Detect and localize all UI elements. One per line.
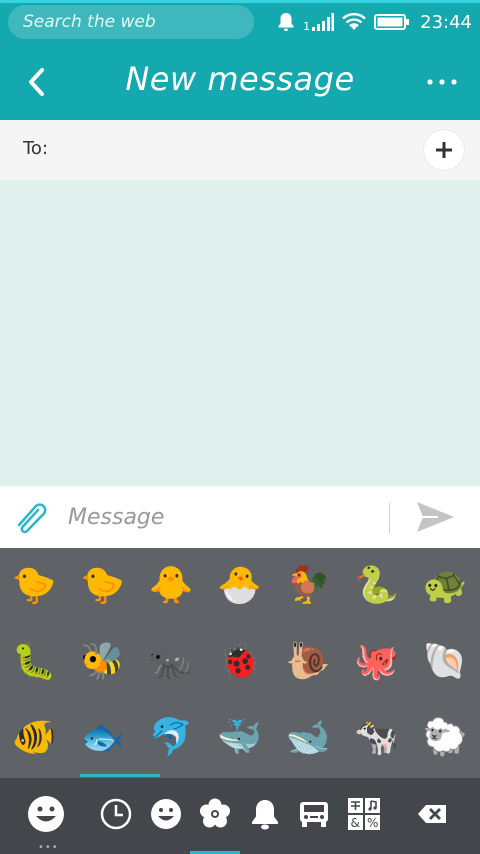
- status-icons: 1 23:44: [277, 8, 472, 36]
- emoji-key[interactable]: 🐤: [0, 548, 69, 624]
- emoji-key[interactable]: 🐚: [411, 624, 480, 700]
- emoji-key[interactable]: 🐑: [411, 700, 480, 776]
- more-horizontal-icon: [427, 79, 457, 85]
- signal-icon: [312, 13, 335, 31]
- emoji-key[interactable]: 🐌: [274, 624, 343, 700]
- category-smileys-button[interactable]: [148, 796, 184, 832]
- keyboard-switch-button[interactable]: [20, 792, 72, 848]
- recipients-row[interactable]: To:: [0, 120, 480, 180]
- emoji-key[interactable]: 🐣: [206, 548, 275, 624]
- status-bar: Search the web 1 23:44: [0, 0, 480, 44]
- car-icon: [300, 802, 328, 827]
- emoji-key[interactable]: 🐤: [69, 548, 138, 624]
- emoji-key[interactable]: 🐥: [137, 548, 206, 624]
- bell-icon: [252, 800, 278, 830]
- send-icon: [417, 502, 454, 532]
- backspace-icon: [418, 805, 446, 823]
- emoji-key[interactable]: 🐙: [343, 624, 412, 700]
- clock: 23:44: [420, 11, 472, 33]
- emoji-key[interactable]: 🐢: [411, 548, 480, 624]
- wifi-icon: [342, 13, 366, 30]
- to-label: To:: [23, 138, 49, 159]
- backspace-button[interactable]: [414, 796, 450, 832]
- search-web-pill[interactable]: Search the web: [8, 5, 254, 39]
- plus-icon: [436, 142, 452, 158]
- battery-icon: [374, 14, 410, 30]
- more-options-button[interactable]: [424, 72, 460, 92]
- emoji-key[interactable]: 🐓: [274, 548, 343, 624]
- symbols-icon: & %: [348, 798, 380, 830]
- bell-icon: [278, 13, 294, 31]
- sim-number: 1: [303, 19, 311, 33]
- category-objects-button[interactable]: [247, 796, 283, 832]
- paperclip-icon: [17, 503, 47, 534]
- smiley-icon: [151, 799, 181, 829]
- svg-text:&: &: [351, 816, 360, 830]
- category-nature-button[interactable]: [197, 796, 233, 832]
- emoji-key[interactable]: 🐟: [69, 700, 138, 776]
- category-symbols-button[interactable]: & %: [346, 796, 382, 832]
- emoji-key[interactable]: 🐋: [274, 700, 343, 776]
- attach-button[interactable]: [14, 500, 54, 536]
- search-placeholder: Search the web: [23, 12, 156, 32]
- emoji-page-indicator: [80, 774, 160, 777]
- emoji-key[interactable]: 🐄: [343, 700, 412, 776]
- compose-bar: [0, 486, 480, 548]
- flower-icon: [200, 798, 230, 828]
- page-title: New message: [125, 60, 355, 98]
- emoji-key[interactable]: 🐞: [206, 624, 275, 700]
- category-recent-button[interactable]: [98, 796, 134, 832]
- emoji-key[interactable]: 🐜: [137, 624, 206, 700]
- recent-clock-icon: [100, 798, 132, 830]
- message-thread-area: [0, 180, 480, 486]
- svg-text:%: %: [367, 816, 378, 830]
- add-recipient-button[interactable]: [424, 130, 464, 170]
- keyboard-dots: •••: [38, 842, 59, 853]
- emoji-grid: 🐤 🐤 🐥 🐣 🐓 🐍 🐢 🐛 🐝 🐜 🐞 🐌 🐙 🐚 🐠 🐟 🐬 🐳 🐋 🐄 🐑: [0, 548, 480, 776]
- emoji-key[interactable]: 🐳: [206, 700, 275, 776]
- compose-divider: [389, 503, 390, 533]
- emoji-panel: 🐤 🐤 🐥 🐣 🐓 🐍 🐢 🐛 🐝 🐜 🐞 🐌 🐙 🐚 🐠 🐟 🐬 🐳 🐋 🐄 🐑: [0, 548, 480, 778]
- emoji-key[interactable]: 🐛: [0, 624, 69, 700]
- category-places-button[interactable]: [296, 796, 332, 832]
- emoji-key[interactable]: 🐬: [137, 700, 206, 776]
- emoji-key[interactable]: 🐝: [69, 624, 138, 700]
- emoji-key[interactable]: 🐠: [0, 700, 69, 776]
- message-input[interactable]: [68, 498, 378, 536]
- emoji-key[interactable]: 🐍: [343, 548, 412, 624]
- emoji-toolbar: ••• & %: [0, 778, 480, 854]
- smiley-keyboard-icon: [28, 796, 64, 832]
- app-header: New message: [0, 44, 480, 120]
- send-button[interactable]: [414, 500, 456, 534]
